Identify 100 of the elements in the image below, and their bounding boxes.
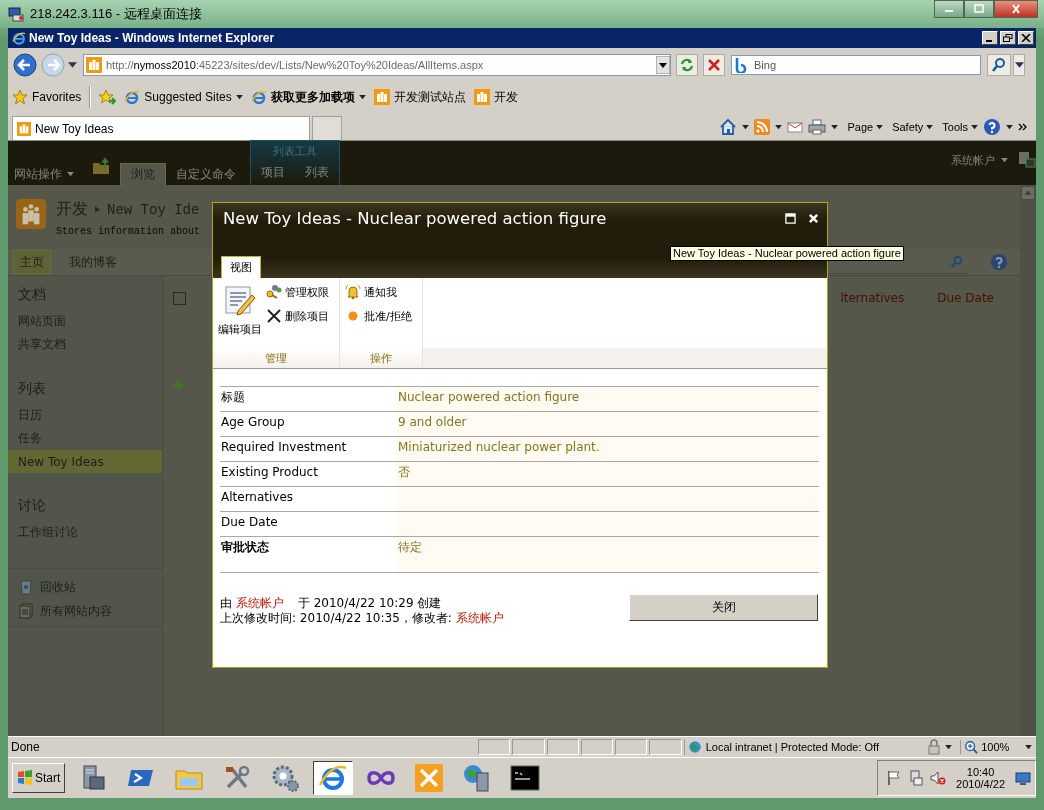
favorites-link[interactable]: 开发测试站点 [373, 88, 466, 106]
mail-icon[interactable] [787, 119, 804, 135]
caret-icon [235, 94, 243, 100]
url-text: http://nymoss2010:45223/sites/dev/Lists/New%20Toy%20Ideas/AllItems.aspx [106, 59, 485, 71]
browser-tab[interactable]: New Toy Ideas [12, 116, 310, 140]
maximize-icon[interactable] [785, 213, 796, 224]
field-value: 9 and older [398, 415, 467, 429]
network-icon[interactable] [1018, 151, 1036, 169]
caret-icon [1025, 744, 1033, 750]
ribbon-tab[interactable]: 自定义命令 [166, 163, 246, 185]
tooltip: New Toy Ideas - Nuclear powered action figure [670, 246, 904, 261]
close-icon[interactable] [808, 213, 819, 224]
window-title: 218.242.3.116 - 远程桌面连接 [30, 5, 202, 23]
ribbon-button[interactable]: 批准/拒绝 [345, 308, 412, 324]
security-zone[interactable]: Local intranet | Protected Mode: Off [683, 739, 925, 755]
caret-icon[interactable] [1006, 124, 1013, 130]
printer-icon[interactable] [808, 118, 827, 136]
refresh-button[interactable] [676, 54, 698, 76]
close-icon [1021, 34, 1031, 42]
user-menu[interactable]: 系统帐户 [951, 152, 1008, 168]
restore-button[interactable] [1000, 31, 1016, 45]
recycle-bin-icon [18, 579, 34, 595]
close-icon [706, 57, 722, 73]
site-icon [86, 57, 102, 73]
zoom-level-button[interactable]: 100% [960, 740, 1037, 754]
back-button[interactable] [12, 52, 38, 78]
author-link[interactable]: 系统帐户 [455, 611, 504, 625]
ribbon-tab[interactable]: 视图 [221, 256, 261, 278]
favorites-link[interactable]: Suggested Sites [124, 89, 243, 105]
browser-icon [12, 31, 26, 45]
scroll-bar[interactable] [1020, 185, 1036, 736]
modified-info: 上次修改时间: 2010/4/22 10:35，修改者: 系统帐户 [220, 611, 505, 626]
caret-icon [926, 124, 934, 130]
stop-button[interactable] [703, 54, 725, 76]
zoom-icon [964, 740, 979, 754]
search-options-button[interactable] [1013, 54, 1025, 76]
field-label: Required Investment [220, 439, 348, 456]
bell-icon [345, 284, 361, 300]
status-bar-panel [615, 739, 648, 755]
site-actions-menu[interactable]: 网站操作 [14, 163, 74, 185]
clock-date[interactable]: 2010/4/22 [956, 778, 1005, 790]
command-menu[interactable]: Page [847, 121, 884, 133]
windows-logo-icon [17, 770, 33, 786]
caret-icon[interactable] [831, 124, 839, 130]
maximize-button[interactable] [964, 0, 994, 18]
favorites-link[interactable]: 开发 [473, 88, 518, 106]
caret-icon[interactable] [742, 124, 750, 130]
favorites-link[interactable]: 获取更多加载项 [250, 88, 366, 106]
caret-icon[interactable] [68, 61, 77, 69]
minimize-button[interactable] [934, 0, 964, 18]
sound-muted-icon[interactable] [930, 770, 947, 786]
search-field[interactable]: Bing [731, 55, 981, 75]
ribbon-button[interactable]: 通知我 [345, 284, 412, 300]
status-bar-panel [512, 739, 545, 755]
folder-up-icon[interactable] [92, 158, 112, 176]
status-bar-panel [580, 739, 614, 755]
help-icon[interactable] [983, 118, 1001, 136]
dropdown-icon[interactable] [656, 56, 670, 74]
help-icon[interactable] [990, 253, 1008, 271]
created-info: 由 系统帐户 于 2010/4/22 10:29 创建 [220, 596, 443, 611]
ribbon-button[interactable]: 删除项目 [266, 308, 329, 324]
edit-item-button[interactable]: 编辑项目 [218, 282, 262, 348]
command-menu[interactable]: Safety [892, 121, 934, 133]
restore-icon [1003, 34, 1013, 42]
site-icon [373, 89, 390, 105]
search-button[interactable] [987, 54, 1011, 76]
list-description: Stores information about [56, 226, 201, 237]
wrench-screwdriver-icon [414, 763, 445, 793]
address-field[interactable]: http://nymoss2010:45223/sites/dev/Lists/New%20Toy%20Ideas/AllItems.aspx [83, 54, 671, 76]
flag-icon[interactable] [886, 770, 903, 786]
caret-icon [971, 124, 978, 130]
ribbon-tab[interactable]: 列表 [295, 161, 339, 183]
network-icon[interactable] [908, 770, 925, 786]
star-icon [12, 89, 28, 105]
users-key-icon [266, 284, 282, 300]
breadcrumb-arrow-icon [95, 206, 100, 213]
command-menu[interactable]: Tools [942, 121, 978, 133]
more-icon[interactable] [1018, 123, 1028, 131]
remote-desktop-icon [8, 6, 24, 22]
home-icon[interactable] [719, 118, 738, 136]
close-icon [1010, 4, 1022, 14]
close-button[interactable]: 关闭 [629, 594, 818, 621]
browser-icon [250, 89, 267, 105]
field-value: Nuclear powered action figure [398, 390, 580, 404]
browser-icon [124, 89, 141, 105]
caret-icon [358, 94, 366, 100]
status-bar-panel [478, 739, 511, 755]
start-button[interactable]: Start [12, 763, 66, 793]
ribbon-button[interactable]: 管理权限 [266, 284, 329, 300]
caret-icon[interactable] [775, 124, 783, 130]
favorites-button[interactable]: Favorites [12, 89, 82, 105]
taskbar-app-button[interactable] [313, 761, 354, 795]
ribbon-tab[interactable]: 项目 [251, 161, 295, 183]
caret-icon[interactable] [945, 744, 953, 750]
show-desktop-icon[interactable] [1015, 770, 1031, 786]
select-all-checkbox[interactable] [173, 291, 186, 305]
clock-time[interactable]: 10:40 [966, 766, 995, 778]
author-link[interactable]: 系统帐户 [235, 596, 284, 610]
caret-icon [1001, 157, 1008, 163]
caret-icon [67, 171, 74, 177]
